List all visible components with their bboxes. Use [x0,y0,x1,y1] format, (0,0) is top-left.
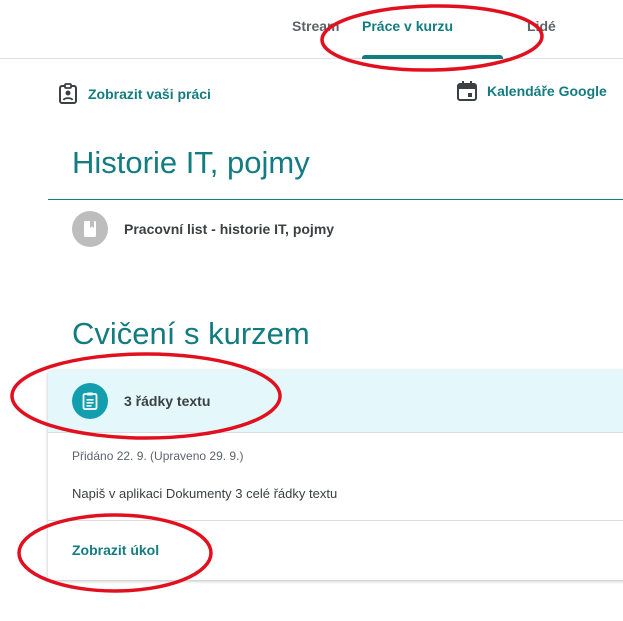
view-your-work-button[interactable]: Zobrazit vaši práci [56,82,211,106]
view-assignment-link[interactable]: Zobrazit úkol [72,542,159,558]
assignment-description: Napiš v aplikaci Dokumenty 3 celé řádky … [72,486,338,501]
section-divider [48,199,623,200]
active-tab-indicator [362,55,503,59]
google-calendar-label: Kalendáře Google [487,83,607,99]
assignment-meta: Přidáno 22. 9. (Upraveno 29. 9.) [72,449,244,463]
top-navigation: Stream Práce v kurzu Lidé [0,0,623,59]
assignment-title: 3 řádky textu [124,393,211,409]
assignment-icon [72,383,108,419]
google-calendar-button[interactable]: Kalendáře Google [455,79,607,103]
tab-stream[interactable]: Stream [292,18,339,34]
calendar-icon [455,79,479,103]
view-your-work-label: Zobrazit vaši práci [88,86,211,102]
material-icon [72,211,108,247]
tab-people[interactable]: Lidé [527,18,556,34]
card-divider [48,520,623,521]
assignment-ind-icon [56,82,80,106]
section-title-historie: Historie IT, pojmy [72,145,310,180]
assignment-card: 3 řádky textu Přidáno 22. 9. (Upraveno 2… [48,370,623,580]
material-title: Pracovní list - historie IT, pojmy [124,221,335,237]
material-item[interactable]: Pracovní list - historie IT, pojmy [72,211,334,247]
tab-classwork[interactable]: Práce v kurzu [362,18,453,34]
section-title-cviceni: Cvičení s kurzem [72,316,310,351]
assignment-header[interactable]: 3 řádky textu [48,370,623,433]
